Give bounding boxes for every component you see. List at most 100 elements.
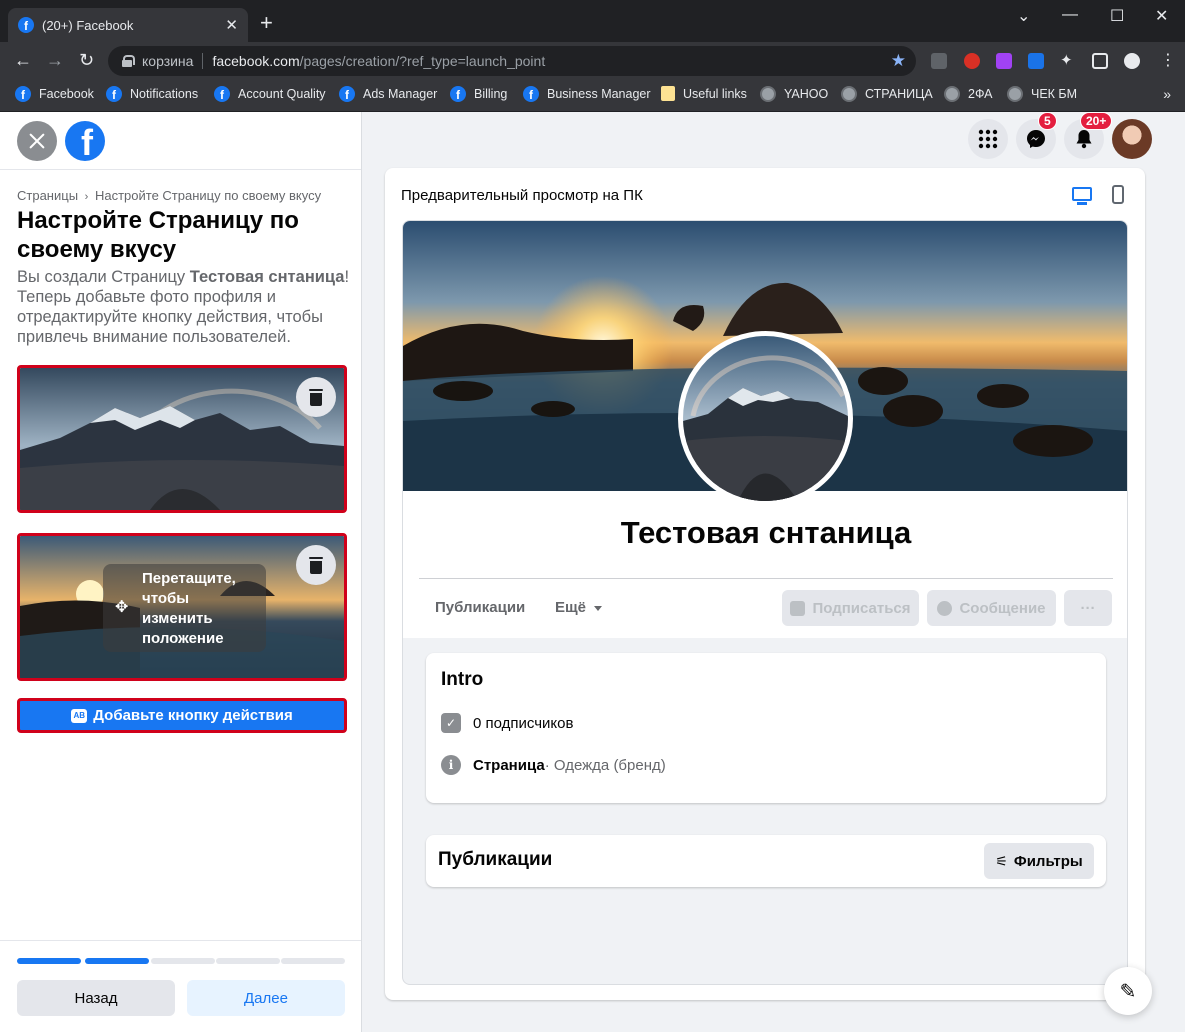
intro-card: Intro ✓ 0 подписчиков i Страница · Одежд… xyxy=(426,653,1106,803)
breadcrumb-root[interactable]: Страницы xyxy=(17,188,78,203)
back-arrow-icon[interactable]: ← xyxy=(14,50,32,70)
bookmark-ads-manager[interactable]: f Ads Manager xyxy=(339,86,437,102)
profile-mountain-image xyxy=(683,336,848,501)
bookmark-stranitsa[interactable]: СТРАНИЦА xyxy=(841,86,933,102)
browser-tab[interactable]: f (20+) Facebook ✕ xyxy=(8,8,248,42)
left-panel-footer: Назад Далее xyxy=(0,940,361,1032)
url-host: facebook.com xyxy=(212,53,300,69)
bookmark-star-icon[interactable]: ★ xyxy=(891,51,906,71)
messenger-icon[interactable]: 5 xyxy=(1016,112,1057,159)
bookmarks-bar: f Facebook f Notifications f Account Qualit… xyxy=(0,80,1185,112)
breadcrumb-separator: › xyxy=(84,191,89,203)
compose-edit-icon[interactable]: ✎ xyxy=(1104,967,1152,1015)
left-panel-header: f xyxy=(0,112,361,170)
bookmark-2fa[interactable]: 2ФА xyxy=(944,86,993,102)
bookmark-account-quality[interactable]: f Account Quality xyxy=(214,86,326,102)
action-button-icon: AB xyxy=(71,708,88,723)
intro-title: Intro xyxy=(441,669,484,690)
bookmark-label: Useful links xyxy=(683,86,747,101)
page-title: Настройте Страницу по своему вкусу xyxy=(17,207,299,263)
blue-extension-icon[interactable] xyxy=(1028,53,1044,69)
tab-posts[interactable]: Публикации xyxy=(435,599,525,616)
bookmark-facebook[interactable]: f Facebook xyxy=(15,86,94,102)
progress-step xyxy=(151,958,215,964)
drag-tooltip: ✥ Перетащите, чтобы изменить положение xyxy=(103,564,266,652)
folder-icon xyxy=(661,86,675,101)
puzzle-extensions-icon[interactable]: ✦ xyxy=(1060,51,1076,69)
posts-title: Публикации xyxy=(438,849,553,870)
facebook-favicon-icon: f xyxy=(18,17,34,33)
cover-photo-thumbnail[interactable]: ✥ Перетащите, чтобы изменить положение xyxy=(17,533,347,681)
facebook-icon: f xyxy=(450,86,466,102)
subscribe-button-label: Подписаться xyxy=(812,599,911,617)
divider xyxy=(419,578,1113,579)
facebook-icon: f xyxy=(214,86,230,102)
trash-icon[interactable] xyxy=(296,377,336,417)
bookmark-label: YAHOO xyxy=(784,87,829,101)
url-chip: корзина xyxy=(142,53,194,69)
side-panel-icon[interactable] xyxy=(1092,53,1108,69)
avatar[interactable] xyxy=(1112,119,1152,159)
profile-icon[interactable] xyxy=(1124,53,1140,69)
desc-page-name: Тестовая снтаница xyxy=(189,268,345,286)
red-extension-icon[interactable] xyxy=(964,53,980,69)
lock-icon xyxy=(122,55,135,67)
add-action-button[interactable]: AB Добавьте кнопку действия xyxy=(17,698,347,733)
bookmarks-overflow-icon[interactable]: » xyxy=(1163,86,1171,102)
profile-photo-thumbnail[interactable] xyxy=(17,365,347,513)
filters-sliders-icon: ⚟ xyxy=(995,852,1008,869)
code-extension-icon[interactable] xyxy=(931,53,947,69)
profile-photo[interactable] xyxy=(678,331,853,506)
preview-card: Предварительный просмотр на ПК Тестовая … xyxy=(385,168,1145,1000)
bookmark-business-manager[interactable]: f Business Manager xyxy=(523,86,651,102)
desktop-icon[interactable] xyxy=(1072,187,1092,205)
bookmark-useful-links[interactable]: Useful links xyxy=(661,86,747,101)
followers-text: 0 подписчиков xyxy=(473,714,574,732)
url-separator xyxy=(202,53,204,69)
bookmark-label: СТРАНИЦА xyxy=(865,87,933,101)
notifications-bell-icon[interactable]: 20+ xyxy=(1064,112,1113,159)
trash-icon[interactable] xyxy=(296,545,336,585)
filters-button[interactable]: ⚟ Фильтры xyxy=(984,843,1094,879)
bookmark-label: Account Quality xyxy=(238,87,326,101)
forward-arrow-icon[interactable]: → xyxy=(46,50,64,70)
browser-tab-strip: f (20+) Facebook ✕ + ⌄ — ☐ ✕ xyxy=(0,0,1185,42)
posts-card: Публикации ⚟ Фильтры xyxy=(426,835,1106,887)
page-description: Вы создали Страницу Тестовая снтаница! Т… xyxy=(17,267,352,347)
close-icon[interactable] xyxy=(17,121,57,161)
bookmark-label: Notifications xyxy=(130,87,199,101)
message-button[interactable]: Сообщение xyxy=(927,590,1056,626)
tab-more-label: Ещё xyxy=(555,599,587,616)
browser-menu-icon[interactable]: ⋮ xyxy=(1160,50,1176,69)
tab-close-icon[interactable]: ✕ xyxy=(225,16,238,34)
messenger-glyph xyxy=(1027,130,1045,148)
next-button[interactable]: Далее xyxy=(187,980,345,1016)
bookmark-chek-bm[interactable]: ЧЕК БМ xyxy=(1007,86,1077,102)
tab-more[interactable]: Ещё xyxy=(555,599,603,616)
category-row: i Страница · Одежда (бренд) xyxy=(441,755,666,775)
address-bar[interactable]: корзина facebook.com /pages/creation/?re… xyxy=(108,46,916,76)
bookmark-yahoo[interactable]: YAHOO xyxy=(760,86,828,102)
tab-search-icon[interactable]: ⌄ xyxy=(1017,6,1030,26)
purple-extension-icon[interactable] xyxy=(996,53,1012,69)
menu-grid-icon[interactable] xyxy=(968,119,1008,159)
left-panel: f Страницы › Настройте Страницу по своем… xyxy=(0,112,362,1032)
window-close-icon[interactable]: ✕ xyxy=(1155,6,1168,26)
maximize-icon[interactable]: ☐ xyxy=(1110,6,1124,26)
minimize-icon[interactable]: — xyxy=(1062,6,1078,24)
preview-title: Предварительный просмотр на ПК xyxy=(401,187,643,204)
page-header: Тестовая снтаница Публикации Ещё Подписа… xyxy=(403,221,1127,638)
more-options-button[interactable]: ··· xyxy=(1064,590,1112,626)
bookmark-notifications[interactable]: f Notifications xyxy=(106,86,198,102)
back-button[interactable]: Назад xyxy=(17,980,175,1016)
bookmark-billing[interactable]: f Billing xyxy=(450,86,507,102)
tab-title: (20+) Facebook xyxy=(42,17,134,33)
reload-icon[interactable]: ↻ xyxy=(79,50,94,70)
category-label: Страница xyxy=(473,756,545,774)
facebook-logo-icon[interactable]: f xyxy=(65,121,105,161)
subscribe-button[interactable]: Подписаться xyxy=(782,590,919,626)
globe-icon xyxy=(1007,86,1023,102)
mobile-icon[interactable] xyxy=(1112,185,1124,204)
breadcrumb-current: Настройте Страницу по своему вкусу xyxy=(94,188,322,203)
new-tab-icon[interactable]: + xyxy=(260,12,273,34)
